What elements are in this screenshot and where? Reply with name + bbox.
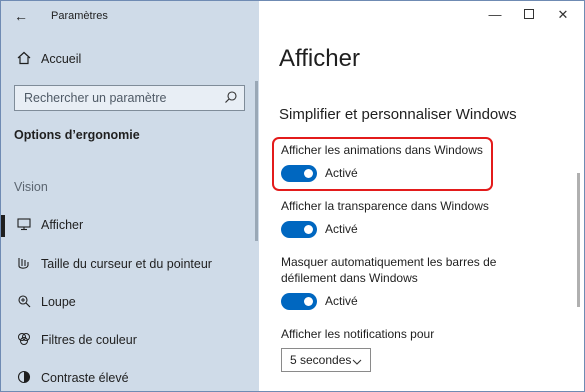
app-title: Paramètres <box>51 10 108 22</box>
dropdown-value: 5 secondes <box>290 353 352 367</box>
sidebar-item-contrast[interactable]: Contraste élevé <box>1 360 259 391</box>
sidebar-item-label: Loupe <box>41 295 76 309</box>
sidebar-item-afficher[interactable]: Afficher <box>1 207 259 243</box>
color-filter-icon <box>15 332 33 350</box>
minimize-button[interactable]: — <box>479 5 511 25</box>
search-placeholder: Rechercher un paramètre <box>24 91 167 105</box>
sidebar-item-cursor[interactable]: Taille du curseur et du pointeur <box>1 246 259 282</box>
sidebar-item-label: Accueil <box>41 52 82 66</box>
search-input[interactable]: Rechercher un paramètre <box>14 85 245 111</box>
monitor-icon <box>15 217 33 235</box>
toggle-knob <box>304 225 313 234</box>
sidebar-item-color-filters[interactable]: Filtres de couleur <box>1 322 259 358</box>
animations-label: Afficher les animations dans Windows <box>281 143 483 157</box>
scrollbars-toggle[interactable] <box>281 293 317 310</box>
search-icon[interactable] <box>224 90 238 104</box>
notifications-label: Afficher les notifications pour <box>281 327 435 341</box>
titlebar-left: ← Paramètres <box>1 1 259 31</box>
sidebar-item-home[interactable]: Accueil <box>1 41 259 77</box>
main-scrollbar[interactable] <box>577 173 580 307</box>
scrollbars-toggle-state: Activé <box>325 294 358 308</box>
toggle-knob <box>304 297 313 306</box>
scrollbars-label: Masquer automatiquement les barres de dé… <box>281 255 497 285</box>
sidebar-item-label: Filtres de couleur <box>41 333 137 347</box>
close-icon: ✕ <box>557 7 569 22</box>
animations-toggle-state: Activé <box>325 166 358 180</box>
transparency-toggle-state: Activé <box>325 222 358 236</box>
notifications-dropdown[interactable]: 5 secondes <box>281 348 371 372</box>
chevron-down-icon <box>352 354 362 365</box>
page-title: Afficher <box>279 45 360 72</box>
toggle-knob <box>304 169 313 178</box>
sidebar-item-label: Taille du curseur et du pointeur <box>41 257 212 271</box>
close-button[interactable]: ✕ <box>547 5 579 25</box>
home-icon <box>15 51 33 69</box>
cursor-icon <box>15 256 33 274</box>
back-arrow-icon: ← <box>14 8 28 24</box>
maximize-icon <box>524 7 534 22</box>
minimize-icon: — <box>488 7 502 22</box>
main-panel: — ✕ Afficher Simplifier et personnaliser… <box>259 1 584 391</box>
settings-window: ← Paramètres Accueil Rechercher un param… <box>0 0 585 392</box>
sidebar-item-label: Afficher <box>41 218 84 232</box>
maximize-button[interactable] <box>513 5 545 25</box>
sidebar-item-label: Contraste élevé <box>41 371 129 385</box>
section-subtitle: Simplifier et personnaliser Windows <box>279 106 517 123</box>
category-title: Options d’ergonomie <box>14 128 140 142</box>
animations-toggle[interactable] <box>281 165 317 182</box>
transparency-label: Afficher la transparence dans Windows <box>281 199 489 213</box>
sidebar-item-loupe[interactable]: Loupe <box>1 284 259 320</box>
magnifier-icon <box>15 294 33 312</box>
sidebar: ← Paramètres Accueil Rechercher un param… <box>1 1 259 391</box>
back-button[interactable]: ← <box>11 7 31 25</box>
transparency-toggle[interactable] <box>281 221 317 238</box>
section-label: Vision <box>14 180 48 194</box>
sidebar-scrollbar[interactable] <box>255 81 258 241</box>
contrast-icon <box>15 370 33 388</box>
